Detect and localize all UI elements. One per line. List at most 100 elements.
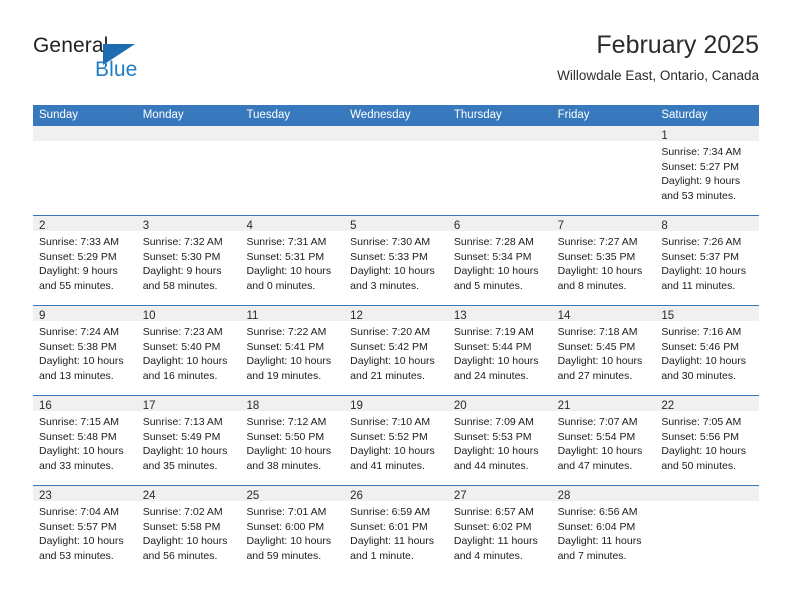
calendar-day-cell[interactable]: 7 Sunrise: 7:27 AM Sunset: 5:35 PM Daylight… bbox=[551, 216, 656, 305]
calendar-day-cell[interactable]: 17 Sunrise: 7:13 AM Sunset: 5:49 PM Dayligh… bbox=[136, 396, 241, 485]
calendar-day-cell[interactable]: 25 Sunrise: 7:01 AM Sunset: 6:00 PM Dayligh… bbox=[240, 486, 345, 575]
day-detail-line: Sunset: 5:46 PM bbox=[661, 340, 739, 353]
day-number-strip: 14 bbox=[551, 306, 656, 322]
day-details: Sunrise: 7:32 AM Sunset: 5:30 PM Daylight:… bbox=[137, 231, 241, 293]
calendar-day-cell[interactable]: 6 Sunrise: 7:28 AM Sunset: 5:34 PM Daylight… bbox=[447, 216, 552, 305]
day-number-strip bbox=[447, 126, 552, 141]
day-detail-line: Sunrise: 7:34 AM bbox=[661, 146, 742, 158]
calendar-day-cell[interactable]: 13 Sunrise: 7:19 AM Sunset: 5:44 PM Dayligh… bbox=[447, 306, 552, 395]
day-detail-line: Sunrise: 7:20 AM bbox=[350, 326, 431, 338]
day-number-strip: 27 bbox=[447, 486, 552, 502]
day-number-strip bbox=[655, 486, 760, 501]
calendar-day-cell-empty bbox=[240, 126, 345, 215]
calendar-day-cell[interactable]: 21 Sunrise: 7:07 AM Sunset: 5:54 PM Dayligh… bbox=[551, 396, 656, 485]
day-detail-line: Daylight: 10 hours bbox=[453, 265, 539, 278]
day-detail-line: Sunrise: 7:27 AM bbox=[557, 236, 638, 248]
day-detail-line: and 16 minutes. bbox=[142, 369, 218, 382]
day-detail-line: Sunrise: 6:57 AM bbox=[453, 506, 534, 518]
day-detail-line: Sunset: 5:29 PM bbox=[39, 250, 117, 263]
day-number: 1 bbox=[661, 130, 668, 142]
day-detail-line: Sunrise: 6:56 AM bbox=[557, 506, 638, 518]
day-detail-line: and 19 minutes. bbox=[246, 369, 322, 382]
day-number: 20 bbox=[453, 400, 467, 412]
day-detail-line: and 53 minutes. bbox=[661, 189, 737, 202]
day-number-strip: 15 bbox=[655, 306, 760, 322]
calendar-day-cell[interactable]: 23 Sunrise: 7:04 AM Sunset: 5:57 PM Dayligh… bbox=[33, 486, 137, 575]
day-detail-line: Sunset: 5:27 PM bbox=[661, 160, 739, 173]
day-detail-line: Sunset: 5:57 PM bbox=[39, 520, 117, 533]
day-detail-line: Sunset: 6:01 PM bbox=[350, 520, 428, 533]
day-number: 25 bbox=[246, 490, 260, 502]
day-number-strip: 3 bbox=[136, 216, 241, 232]
calendar-day-cell[interactable]: 22 Sunrise: 7:05 AM Sunset: 5:56 PM Dayligh… bbox=[655, 396, 760, 485]
day-detail-line: Sunrise: 7:32 AM bbox=[142, 236, 223, 248]
day-detail-line: and 27 minutes. bbox=[557, 369, 633, 382]
day-detail-line: Sunset: 6:04 PM bbox=[557, 520, 636, 533]
day-detail-line: Sunrise: 7:04 AM bbox=[39, 506, 119, 518]
day-number-strip: 23 bbox=[33, 486, 137, 502]
calendar-day-cell[interactable]: 4 Sunrise: 7:31 AM Sunset: 5:31 PM Daylight… bbox=[240, 216, 345, 305]
calendar-day-cell[interactable]: 15 Sunrise: 7:16 AM Sunset: 5:46 PM Dayligh… bbox=[655, 306, 760, 395]
day-detail-line: Daylight: 10 hours bbox=[453, 355, 539, 368]
calendar-day-cell[interactable]: 12 Sunrise: 7:20 AM Sunset: 5:42 PM Dayligh… bbox=[344, 306, 448, 395]
day-number-strip: 12 bbox=[344, 306, 448, 322]
calendar-day-cell[interactable]: 14 Sunrise: 7:18 AM Sunset: 5:45 PM Dayligh… bbox=[551, 306, 656, 395]
calendar-week-row: 2 Sunrise: 7:33 AM Sunset: 5:29 PM Daylight… bbox=[33, 215, 760, 305]
calendar-day-cell[interactable]: 27 Sunrise: 6:57 AM Sunset: 6:02 PM Dayligh… bbox=[447, 486, 552, 575]
day-number-strip: 20 bbox=[447, 396, 552, 412]
day-detail-line: Sunrise: 7:22 AM bbox=[246, 326, 327, 338]
calendar-day-cell[interactable]: 20 Sunrise: 7:09 AM Sunset: 5:53 PM Dayligh… bbox=[447, 396, 552, 485]
day-details: Sunrise: 6:56 AM Sunset: 6:04 PM Daylight:… bbox=[552, 501, 656, 563]
weekday-header-monday: Monday bbox=[142, 109, 184, 121]
day-detail-line: and 5 minutes. bbox=[453, 279, 523, 292]
day-detail-line: Sunset: 5:31 PM bbox=[246, 250, 325, 263]
day-detail-line: Sunset: 5:30 PM bbox=[142, 250, 221, 263]
day-details: Sunrise: 7:18 AM Sunset: 5:45 PM Daylight:… bbox=[552, 321, 656, 383]
day-details: Sunrise: 7:05 AM Sunset: 5:56 PM Daylight:… bbox=[655, 411, 759, 473]
calendar-day-cell[interactable]: 8 Sunrise: 7:26 AM Sunset: 5:37 PM Daylight… bbox=[655, 216, 760, 305]
day-detail-line: Sunset: 6:00 PM bbox=[246, 520, 325, 533]
day-detail-line: Daylight: 10 hours bbox=[246, 445, 332, 458]
day-detail-line: Daylight: 10 hours bbox=[142, 445, 228, 458]
calendar-day-cell[interactable]: 3 Sunrise: 7:32 AM Sunset: 5:30 PM Daylight… bbox=[136, 216, 241, 305]
day-details: Sunrise: 7:28 AM Sunset: 5:34 PM Daylight:… bbox=[448, 231, 552, 293]
day-detail-line: Daylight: 10 hours bbox=[39, 445, 124, 458]
calendar-day-cell[interactable]: 2 Sunrise: 7:33 AM Sunset: 5:29 PM Daylight… bbox=[33, 216, 137, 305]
day-detail-line: Daylight: 10 hours bbox=[39, 355, 124, 368]
day-detail-line: and 3 minutes. bbox=[350, 279, 420, 292]
day-detail-line: Sunset: 5:41 PM bbox=[246, 340, 325, 353]
calendar-day-cell[interactable]: 28 Sunrise: 6:56 AM Sunset: 6:04 PM Dayligh… bbox=[551, 486, 656, 575]
day-number: 10 bbox=[142, 310, 156, 322]
calendar-day-cell[interactable]: 5 Sunrise: 7:30 AM Sunset: 5:33 PM Daylight… bbox=[344, 216, 448, 305]
calendar-day-cell[interactable]: 11 Sunrise: 7:22 AM Sunset: 5:41 PM Dayligh… bbox=[240, 306, 345, 395]
day-number-strip: 9 bbox=[33, 306, 137, 322]
day-detail-line: Sunrise: 7:23 AM bbox=[142, 326, 223, 338]
day-detail-line: and 53 minutes. bbox=[39, 549, 114, 562]
calendar-day-cell[interactable]: 18 Sunrise: 7:12 AM Sunset: 5:50 PM Dayligh… bbox=[240, 396, 345, 485]
day-detail-line: Sunset: 5:52 PM bbox=[350, 430, 428, 443]
day-number-strip: 4 bbox=[240, 216, 345, 232]
day-detail-line: and 58 minutes. bbox=[142, 279, 218, 292]
weekday-header-sunday: Sunday bbox=[39, 109, 79, 121]
day-detail-line: Daylight: 10 hours bbox=[246, 535, 332, 548]
calendar-day-cell[interactable]: 16 Sunrise: 7:15 AM Sunset: 5:48 PM Dayligh… bbox=[33, 396, 137, 485]
calendar-day-cell[interactable]: 19 Sunrise: 7:10 AM Sunset: 5:52 PM Dayligh… bbox=[344, 396, 448, 485]
day-detail-line: and 55 minutes. bbox=[39, 279, 114, 292]
day-details: Sunrise: 7:27 AM Sunset: 5:35 PM Daylight:… bbox=[552, 231, 656, 293]
day-detail-line: Sunset: 5:50 PM bbox=[246, 430, 325, 443]
calendar-day-cell[interactable]: 1 Sunrise: 7:34 AM Sunset: 5:27 PM Daylight… bbox=[655, 126, 760, 215]
calendar-day-cell[interactable]: 9 Sunrise: 7:24 AM Sunset: 5:38 PM Daylight… bbox=[33, 306, 137, 395]
calendar-day-cell[interactable]: 10 Sunrise: 7:23 AM Sunset: 5:40 PM Dayligh… bbox=[136, 306, 241, 395]
day-detail-line: and 50 minutes. bbox=[661, 459, 737, 472]
day-number: 12 bbox=[350, 310, 363, 322]
calendar-day-cell[interactable]: 24 Sunrise: 7:02 AM Sunset: 5:58 PM Dayligh… bbox=[136, 486, 241, 575]
day-details: Sunrise: 7:15 AM Sunset: 5:48 PM Daylight:… bbox=[33, 411, 137, 473]
day-details: Sunrise: 7:30 AM Sunset: 5:33 PM Daylight:… bbox=[344, 231, 448, 293]
calendar-week-row: 9 Sunrise: 7:24 AM Sunset: 5:38 PM Daylight… bbox=[33, 305, 760, 395]
calendar-day-cell[interactable]: 26 Sunrise: 6:59 AM Sunset: 6:01 PM Dayligh… bbox=[344, 486, 448, 575]
weekday-header-row: Sunday Monday Tuesday Wednesday Thursday… bbox=[33, 105, 759, 126]
day-number: 3 bbox=[142, 220, 150, 232]
page-header: General Blue February 2025 Willowdale Ea… bbox=[33, 30, 759, 98]
day-detail-line: Sunrise: 7:07 AM bbox=[557, 416, 638, 428]
general-blue-logo[interactable]: General Blue bbox=[33, 34, 263, 90]
